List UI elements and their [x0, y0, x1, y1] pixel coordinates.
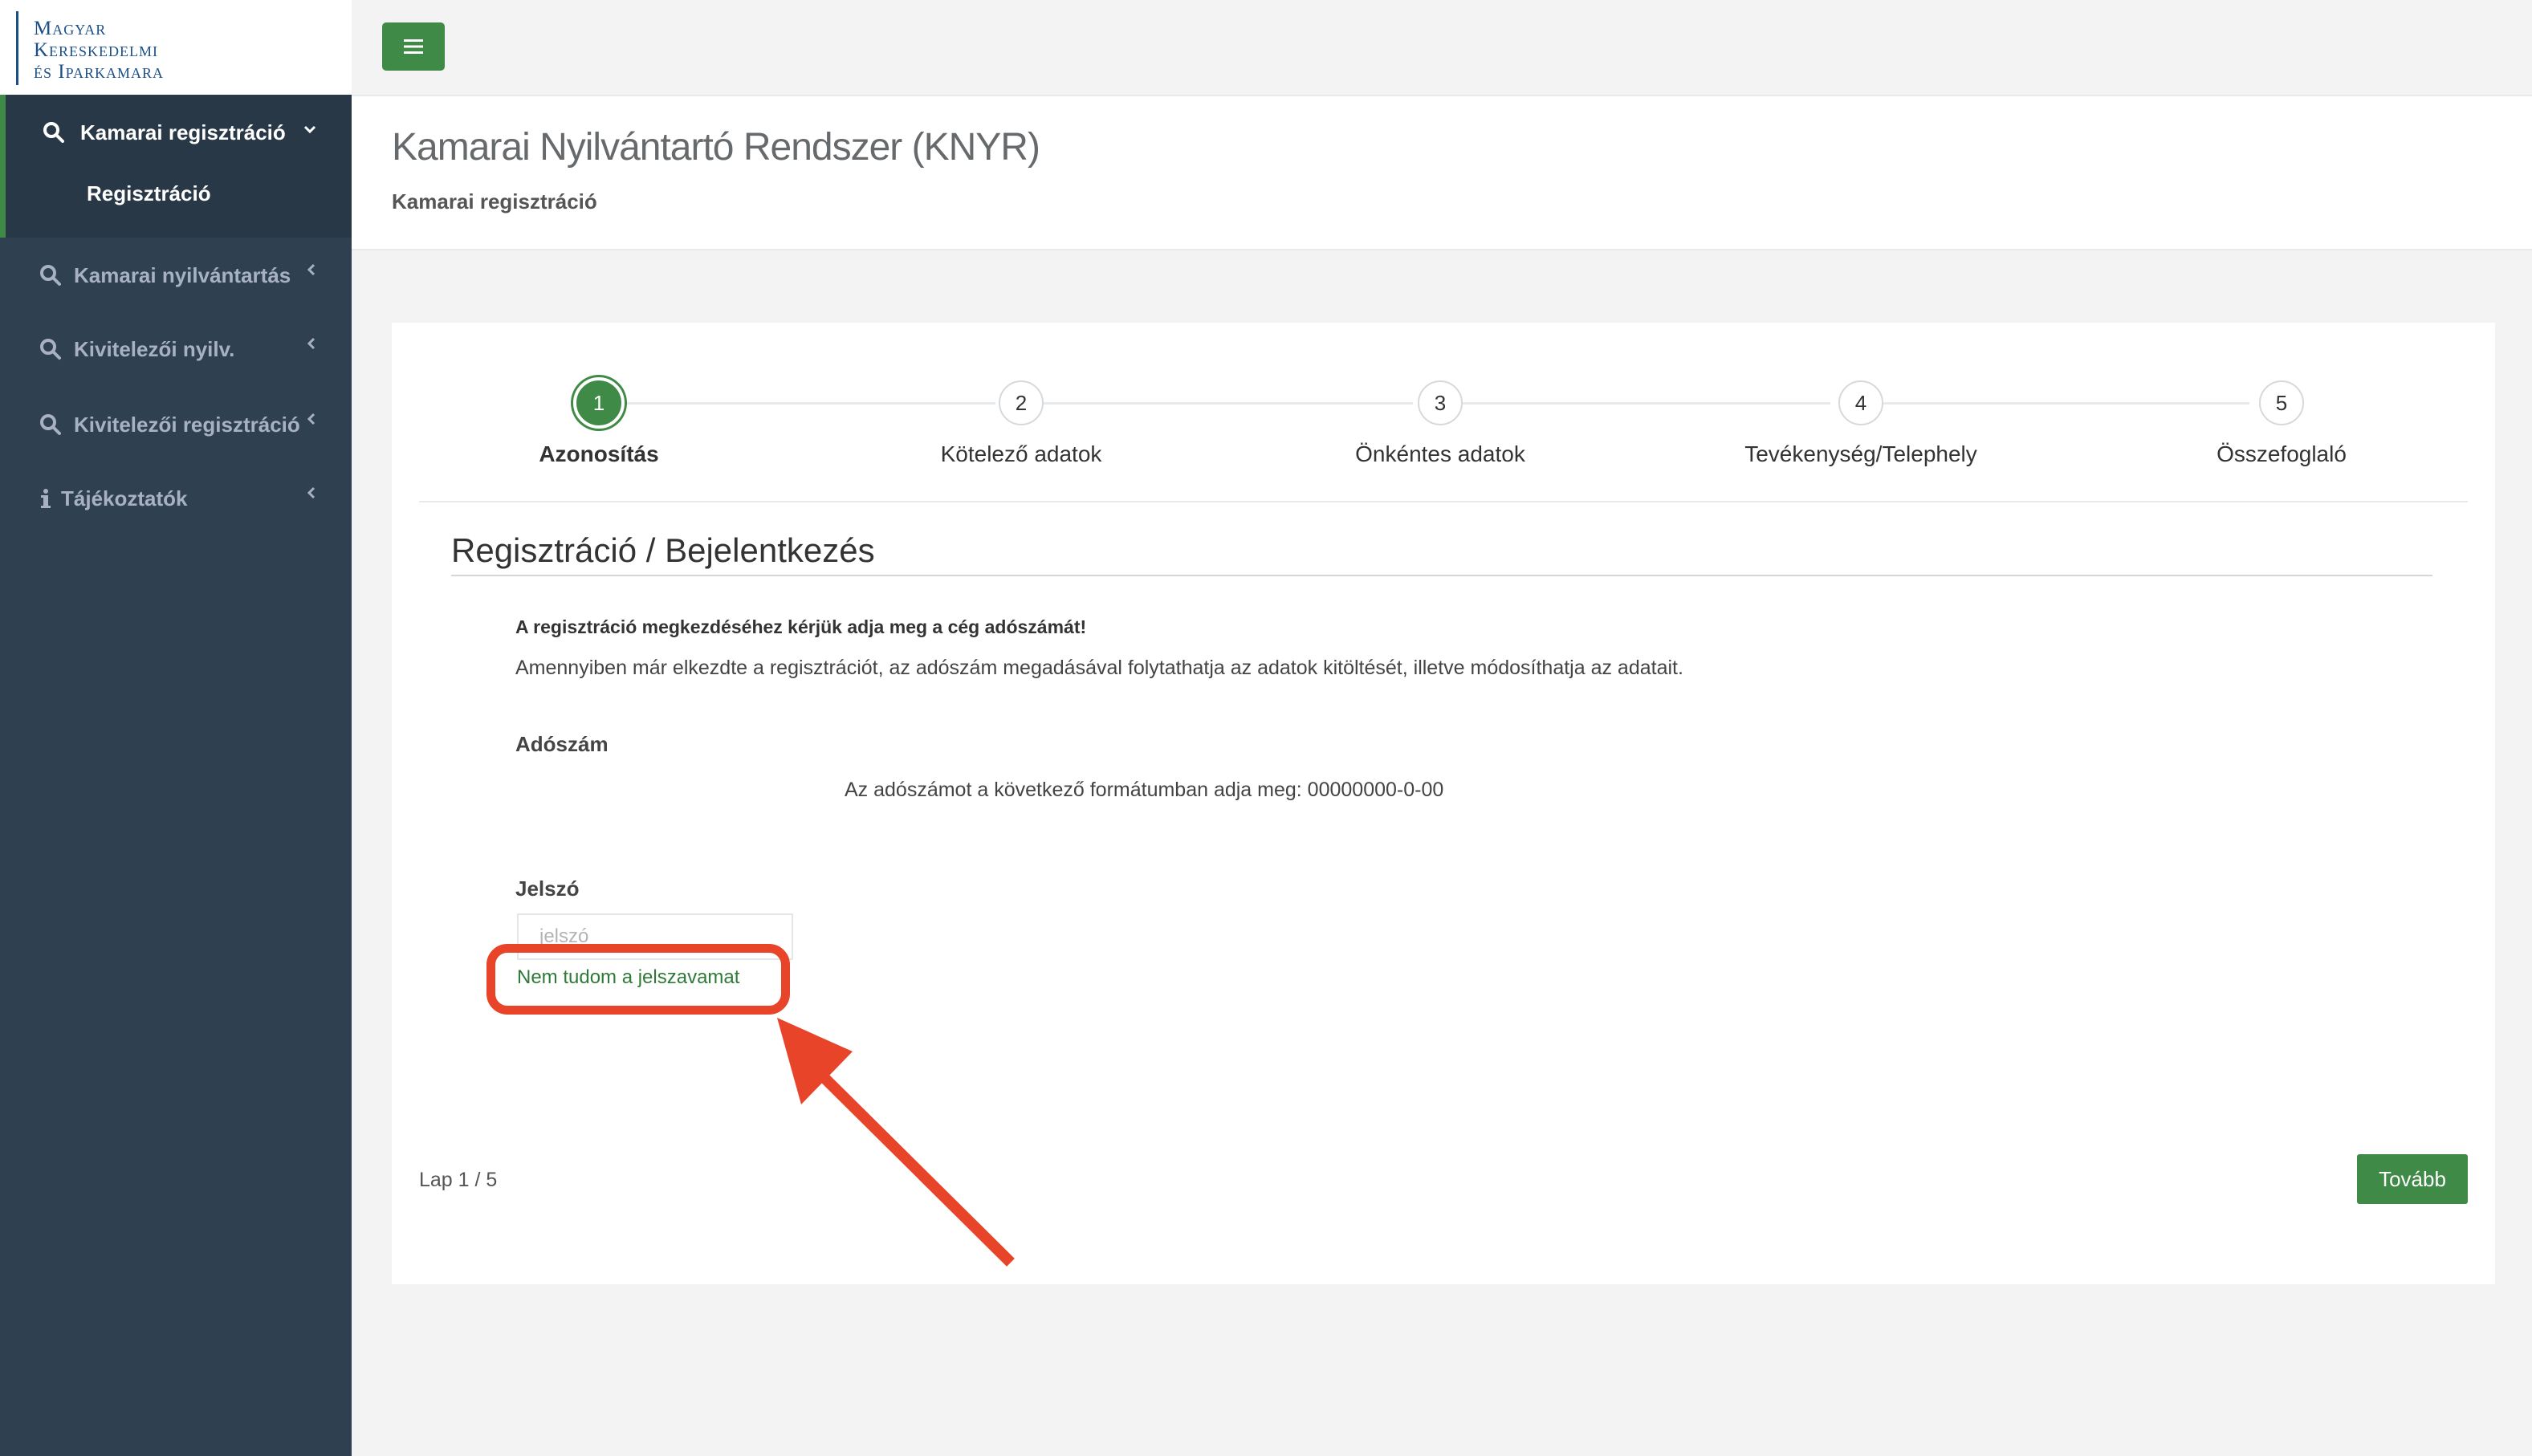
intro-instruction: A regisztráció megkezdéséhez kérjük adja… — [515, 616, 1087, 637]
search-icon — [43, 122, 64, 143]
section-title: Regisztráció / Bejelentkezés — [451, 531, 875, 569]
sidebar-active-group — [0, 95, 352, 238]
tax-number-hint: Az adószámot a következő formátumban adj… — [845, 779, 1444, 801]
search-icon — [40, 265, 61, 286]
highlight-callout — [486, 944, 790, 1015]
page-title: Kamarai Nyilvántartó Rendszer (KNYR) — [392, 126, 1040, 169]
step-5-label: Összefoglaló — [2217, 441, 2347, 466]
chevron-left-icon — [307, 486, 315, 499]
sidebar-item-label: Kivitelezői regisztráció — [74, 412, 300, 437]
steps-divider — [419, 501, 2468, 502]
step-3-label: Önkéntes adatok — [1355, 441, 1525, 466]
sidebar: Magyar Kereskedelmi és Iparkamara Kamara… — [0, 0, 352, 1456]
chevron-down-icon — [303, 125, 316, 134]
logo-line: Magyar — [34, 18, 107, 39]
search-icon — [40, 339, 61, 360]
next-button[interactable]: Tovább — [2357, 1154, 2468, 1204]
chevron-left-icon — [307, 337, 315, 350]
logo-line: Kereskedelmi — [34, 39, 159, 61]
step-1-indicator[interactable]: 1 — [573, 377, 625, 429]
breadcrumb[interactable]: Kamarai regisztráció — [392, 189, 597, 214]
sidebar-item-kamarai-regisztracio[interactable]: Kamarai regisztráció — [0, 119, 352, 146]
menu-toggle-button[interactable] — [382, 22, 445, 71]
sidebar-item-label: Kamarai nyilvántartás — [74, 262, 291, 287]
logo-line: és Iparkamara — [34, 61, 164, 83]
chamber-logo[interactable]: Magyar Kereskedelmi és Iparkamara — [0, 0, 352, 95]
step-4-label: Tevékenység/Telephely — [1744, 441, 1977, 466]
top-navbar — [352, 0, 2532, 96]
step-connector — [1877, 402, 2249, 405]
info-icon — [41, 489, 51, 508]
sidebar-item-kivitelezoi-regisztracio[interactable]: Kivitelezői regisztráció — [0, 411, 352, 438]
page-header — [352, 96, 2532, 250]
tax-number-label: Adószám — [515, 732, 609, 756]
chevron-left-icon — [307, 263, 315, 276]
step-connector — [1459, 402, 1830, 405]
sidebar-item-label: Kivitelezői nyilv. — [74, 336, 235, 361]
sidebar-item-label: Kamarai regisztráció — [80, 120, 286, 144]
sidebar-item-kamarai-nyilvantartas[interactable]: Kamarai nyilvántartás — [0, 262, 352, 289]
step-2-indicator[interactable]: 2 — [999, 380, 1044, 425]
sidebar-item-label: Tájékoztatók — [61, 486, 188, 510]
intro-description: Amennyiben már elkezdte a regisztrációt,… — [515, 657, 1683, 679]
sidebar-item-kivitelezoi-nyilv[interactable]: Kivitelezői nyilv. — [0, 336, 352, 363]
step-3-indicator[interactable]: 3 — [1418, 380, 1463, 425]
page-indicator: Lap 1 / 5 — [419, 1169, 498, 1191]
step-5-indicator[interactable]: 5 — [2259, 380, 2304, 425]
hamburger-icon — [404, 39, 423, 54]
step-connector — [625, 402, 995, 405]
sidebar-item-tajekoztatok[interactable]: Tájékoztatók — [0, 485, 352, 512]
search-icon — [40, 414, 61, 435]
logo-bar — [16, 11, 18, 85]
section-divider — [451, 575, 2432, 576]
chevron-left-icon — [307, 413, 315, 425]
password-label: Jelszó — [515, 876, 580, 901]
step-connector — [1042, 402, 1413, 405]
logo-text: Magyar Kereskedelmi és Iparkamara — [34, 18, 164, 83]
step-1-label: Azonosítás — [539, 441, 659, 466]
step-2-label: Kötelező adatok — [940, 441, 1102, 466]
sidebar-subitem-regisztracio[interactable]: Regisztráció — [87, 181, 211, 206]
step-4-indicator[interactable]: 4 — [1838, 380, 1883, 425]
